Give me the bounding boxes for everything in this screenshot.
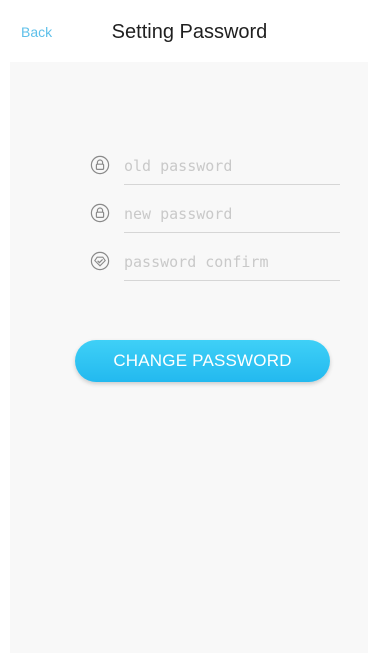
old-password-input[interactable] [124, 155, 340, 177]
new-password-input[interactable] [124, 203, 340, 225]
setting-password-screen: Back Setting Password CHANGE PASSWORD [0, 0, 379, 653]
page-title: Setting Password [111, 21, 268, 43]
old-password-underline [124, 184, 340, 185]
new-password-field [90, 203, 340, 233]
password-confirm-field [90, 251, 340, 281]
lock-icon [90, 155, 110, 175]
new-password-underline [124, 232, 340, 233]
check-circle-icon [90, 251, 110, 271]
old-password-field [90, 155, 340, 185]
change-password-button[interactable]: CHANGE PASSWORD [75, 340, 330, 382]
password-confirm-underline [124, 280, 340, 281]
password-confirm-input[interactable] [124, 251, 340, 273]
header-bar: Back Setting Password [0, 0, 379, 62]
lock-icon [90, 203, 110, 223]
